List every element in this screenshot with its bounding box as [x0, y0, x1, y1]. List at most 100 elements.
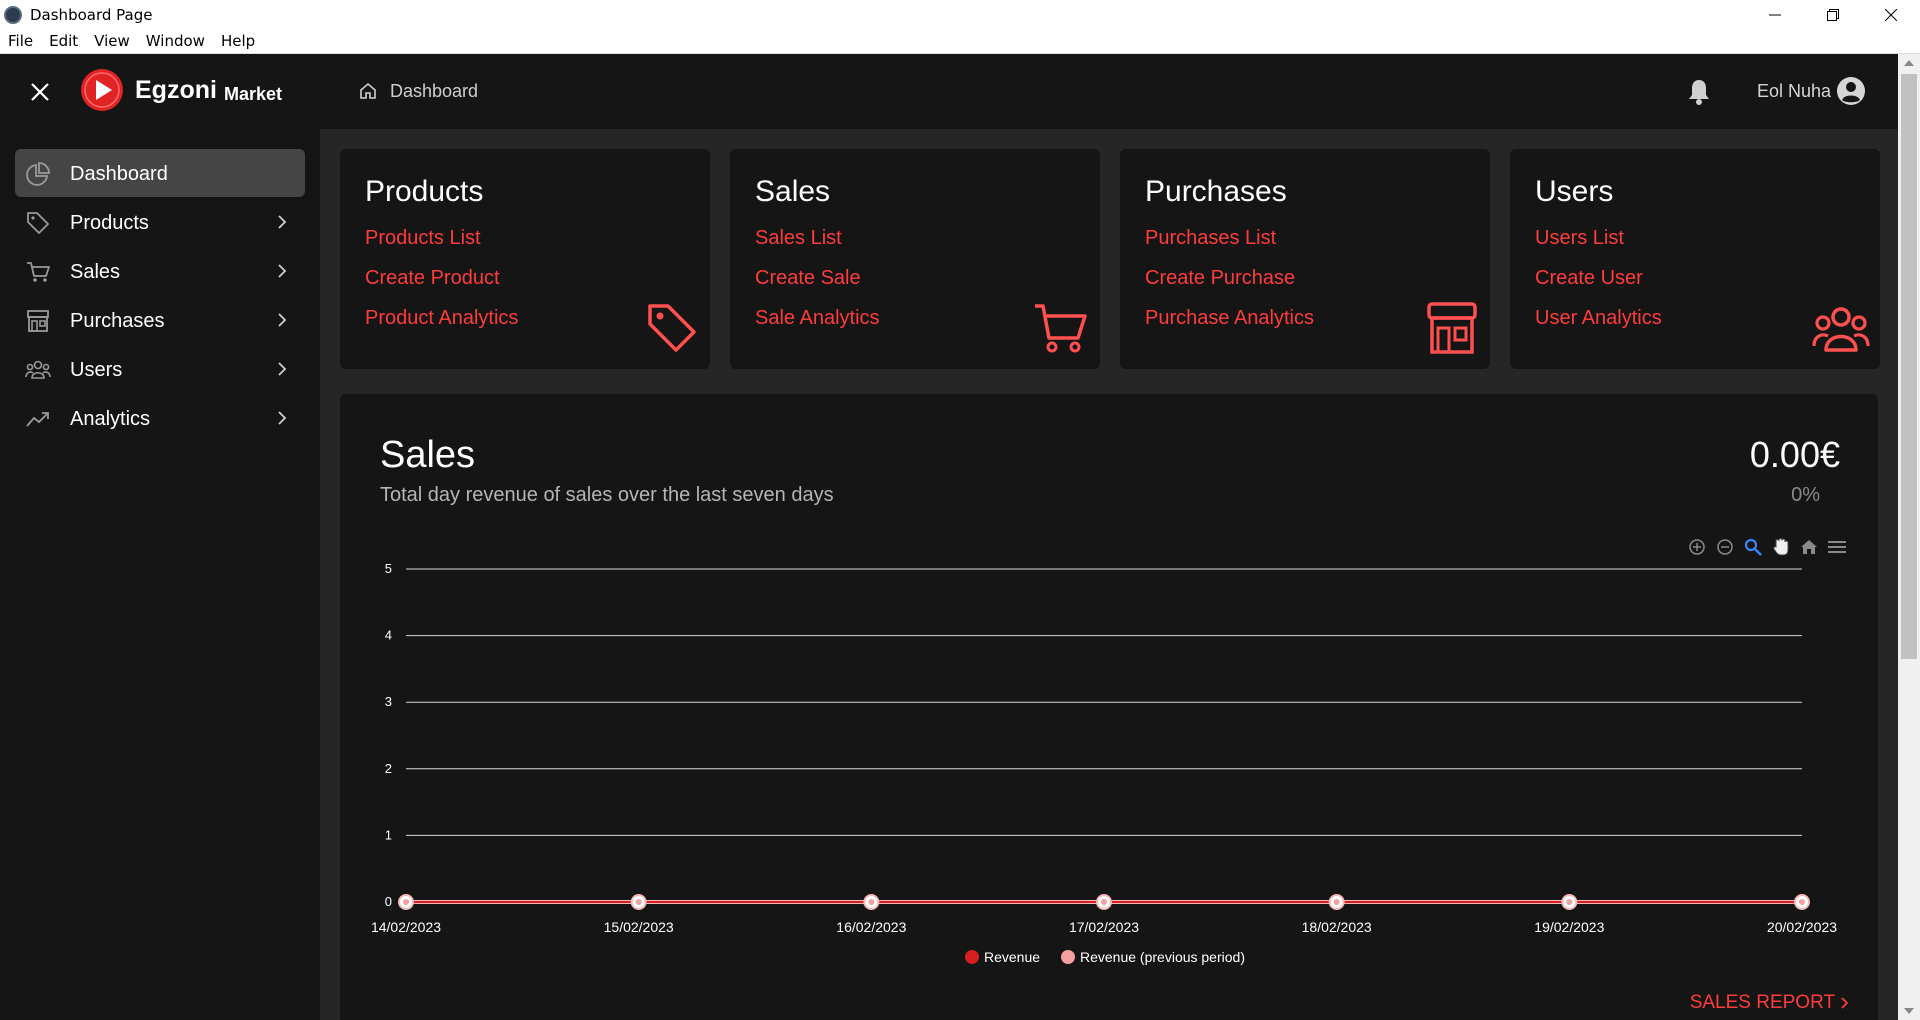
sidebar: Dashboard Products Sales Purchases Users… — [0, 129, 320, 1020]
menu-bar: File Edit View Window Help — [0, 29, 1920, 54]
user-name[interactable]: Eol Nuha — [1757, 81, 1831, 102]
y-tick-label: 3 — [385, 694, 392, 709]
sidebar-close-icon[interactable] — [28, 80, 52, 104]
chevron-right-icon — [277, 312, 287, 333]
purchases-card: Purchases Purchases List Create Purchase… — [1120, 149, 1490, 369]
menu-view[interactable]: View — [86, 32, 138, 50]
menu-help[interactable]: Help — [213, 32, 263, 50]
scroll-up-icon[interactable] — [1904, 60, 1914, 66]
sidebar-item-label: Dashboard — [70, 163, 168, 185]
sidebar-item-label: Purchases — [70, 310, 165, 332]
create-purchase-link[interactable]: Create Purchase — [1145, 267, 1295, 290]
sales-line-chart: 0 1 2 3 4 5 14/02/2023 15/02/2023 16/02/2023 17/0… — [371, 561, 1837, 965]
data-point — [1799, 899, 1805, 905]
data-point — [635, 899, 642, 905]
user-avatar-icon[interactable] — [1836, 76, 1866, 111]
sale-analytics-link[interactable]: Sale Analytics — [755, 307, 880, 330]
menu-window[interactable]: Window — [138, 32, 213, 50]
x-tick-label: 20/02/2023 — [1767, 919, 1837, 935]
products-list-link[interactable]: Products List — [365, 227, 481, 250]
sidebar-item-label: Products — [70, 212, 149, 234]
scrollbar-thumb[interactable] — [1901, 74, 1917, 659]
sales-list-link[interactable]: Sales List — [755, 227, 842, 250]
app-header: Egzoni Market Dashboard Eol Nuha — [0, 54, 1898, 129]
y-tick-label: 0 — [385, 894, 392, 909]
data-point — [868, 899, 875, 905]
users-list-link[interactable]: Users List — [1535, 227, 1624, 250]
create-sale-link[interactable]: Create Sale — [755, 267, 861, 290]
create-user-link[interactable]: Create User — [1535, 267, 1643, 290]
sidebar-item-label: Sales — [70, 261, 121, 283]
card-title: Users — [1535, 175, 1614, 208]
minimize-button[interactable] — [1746, 0, 1804, 29]
window-title: Dashboard Page — [30, 5, 153, 24]
card-title: Products — [365, 175, 484, 208]
purchases-list-link[interactable]: Purchases List — [1145, 227, 1276, 250]
data-point — [403, 899, 409, 905]
user-analytics-link[interactable]: User Analytics — [1535, 307, 1662, 330]
trend-icon — [25, 406, 51, 432]
products-card: Products Products List Create Product Pr… — [340, 149, 710, 369]
legend-marker — [1061, 950, 1075, 964]
window-controls — [1746, 0, 1920, 29]
data-point — [1566, 899, 1573, 905]
users-icon — [1812, 304, 1870, 361]
legend-marker — [965, 950, 979, 964]
app-icon — [4, 5, 22, 24]
y-tick-label: 5 — [385, 561, 392, 576]
window-close-button[interactable] — [1862, 0, 1920, 29]
card-title: Purchases — [1145, 175, 1287, 208]
sidebar-item-label: Analytics — [70, 408, 151, 430]
sales-card: Sales Sales List Create Sale Sale Analyt… — [730, 149, 1100, 369]
x-tick-label: 19/02/2023 — [1534, 919, 1604, 935]
data-point — [1333, 899, 1340, 905]
brand-subtitle: Market — [224, 84, 283, 104]
x-tick-label: 17/02/2023 — [1069, 919, 1139, 935]
data-point — [1101, 899, 1107, 905]
store-icon — [1424, 300, 1480, 361]
vertical-scrollbar[interactable] — [1898, 54, 1920, 1020]
users-icon — [25, 357, 51, 383]
chevron-right-icon — [277, 410, 287, 431]
card-title: Sales — [755, 175, 831, 208]
x-tick-label: 18/02/2023 — [1302, 919, 1372, 935]
sales-report-label: SALES REPORT — [1689, 992, 1835, 1013]
y-tick-label: 2 — [385, 761, 392, 776]
sidebar-item-analytics[interactable]: Analytics — [15, 394, 305, 442]
chevron-right-icon — [277, 361, 287, 382]
restore-button[interactable] — [1804, 0, 1862, 29]
menu-edit[interactable]: Edit — [41, 32, 86, 50]
sidebar-item-users[interactable]: Users — [15, 345, 305, 393]
sidebar-item-purchases[interactable]: Purchases — [15, 296, 305, 344]
breadcrumb[interactable]: Dashboard — [390, 81, 478, 102]
users-card: Users Users List Create User User Analyt… — [1510, 149, 1880, 369]
window-titlebar: Dashboard Page — [0, 0, 1920, 29]
sidebar-item-dashboard[interactable]: Dashboard — [15, 149, 305, 197]
y-tick-label: 1 — [385, 827, 392, 842]
chevron-right-icon — [277, 263, 287, 284]
pie-chart-icon — [25, 161, 51, 187]
brand-name: Egzoni — [135, 76, 217, 104]
product-analytics-link[interactable]: Product Analytics — [365, 307, 518, 330]
y-tick-label: 4 — [385, 628, 392, 643]
legend-label: Revenue (previous period) — [1080, 949, 1245, 965]
cart-icon — [25, 259, 51, 285]
purchase-analytics-link[interactable]: Purchase Analytics — [1145, 307, 1314, 330]
tag-icon — [644, 300, 700, 361]
x-tick-label: 15/02/2023 — [604, 919, 674, 935]
chevron-right-icon — [277, 214, 287, 235]
brand-logo-icon — [80, 68, 124, 112]
x-tick-label: 14/02/2023 — [371, 919, 441, 935]
sidebar-item-sales[interactable]: Sales — [15, 247, 305, 295]
sidebar-item-products[interactable]: Products — [15, 198, 305, 246]
notification-bell-icon[interactable] — [1686, 78, 1712, 111]
home-icon — [358, 81, 378, 106]
cart-icon — [1032, 300, 1090, 361]
menu-file[interactable]: File — [0, 32, 41, 50]
create-product-link[interactable]: Create Product — [365, 267, 500, 290]
scroll-down-icon[interactable] — [1904, 1008, 1914, 1014]
sales-panel: Sales Total day revenue of sales over th… — [340, 394, 1878, 1020]
store-icon — [25, 308, 51, 334]
sidebar-item-label: Users — [70, 359, 123, 381]
sales-report-link[interactable]: SALES REPORT — [1690, 992, 1850, 1014]
